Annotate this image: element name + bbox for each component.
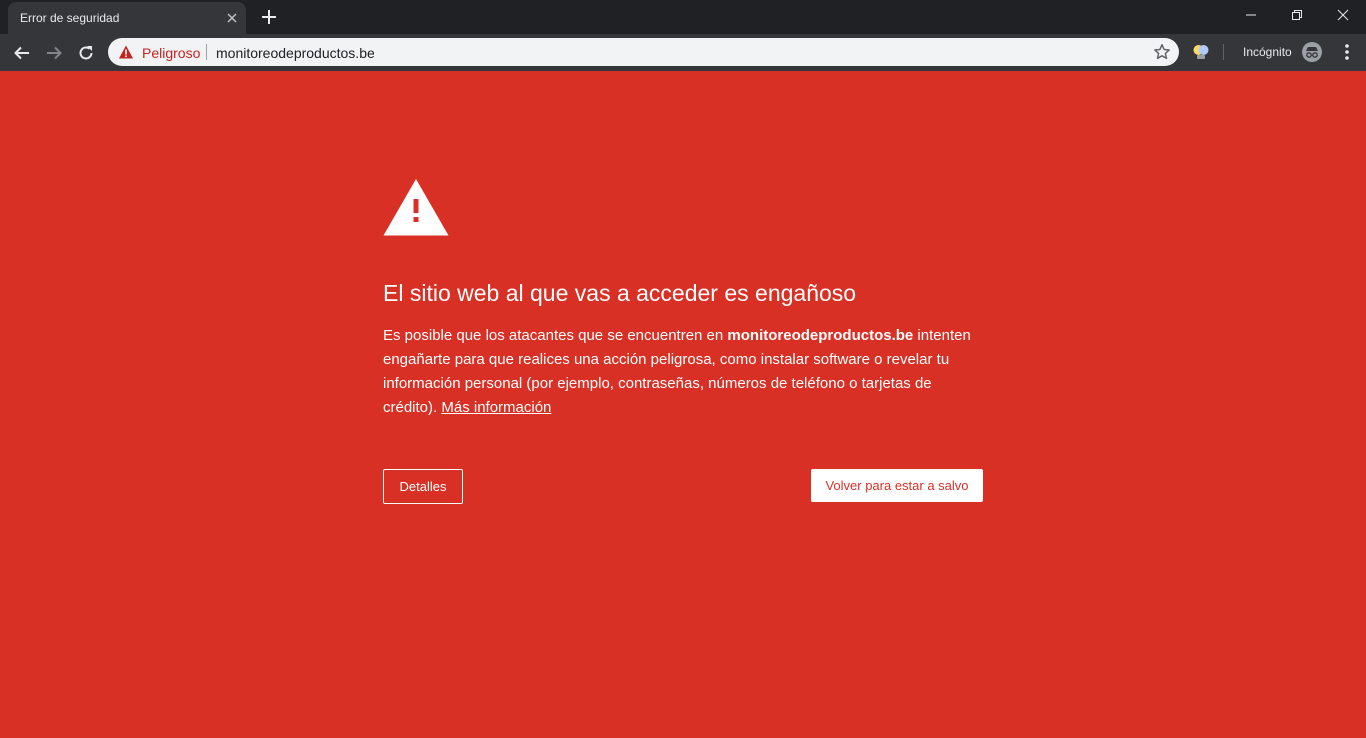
omnibox-divider bbox=[206, 44, 207, 60]
reload-icon[interactable] bbox=[74, 41, 98, 65]
tab-title: Error de seguridad bbox=[20, 11, 120, 25]
description-text: Es posible que los atacantes que se encu… bbox=[383, 327, 728, 344]
more-vert-icon[interactable] bbox=[1337, 42, 1357, 62]
incognito-icon[interactable] bbox=[1301, 41, 1323, 63]
omnibox[interactable]: Peligroso monitoreodeproductos.be bbox=[108, 38, 1179, 66]
plus-icon[interactable] bbox=[260, 8, 278, 26]
tab-strip: Error de seguridad bbox=[0, 0, 1366, 34]
warning-triangle-icon bbox=[383, 178, 449, 236]
lightbulb-icon[interactable] bbox=[1191, 42, 1211, 62]
close-window-icon[interactable] bbox=[1320, 0, 1366, 30]
page-title: El sitio web al que vas a acceder es eng… bbox=[383, 280, 857, 306]
star-icon[interactable] bbox=[1153, 43, 1171, 61]
back-to-safety-button[interactable]: Volver para estar a salvo bbox=[811, 469, 983, 502]
restore-icon[interactable] bbox=[1274, 0, 1320, 30]
arrow-left-icon[interactable] bbox=[10, 41, 34, 65]
close-icon[interactable] bbox=[224, 10, 240, 26]
url-text[interactable]: monitoreodeproductos.be bbox=[216, 45, 375, 61]
toolbar: Peligroso monitoreodeproductos.be bbox=[0, 34, 1366, 71]
minimize-icon[interactable] bbox=[1228, 0, 1274, 30]
learn-more-link[interactable]: Más información bbox=[441, 399, 551, 416]
warning-description: Es posible que los atacantes que se encu… bbox=[383, 324, 983, 420]
security-status-label[interactable]: Peligroso bbox=[142, 45, 200, 61]
warning-triangle-icon[interactable] bbox=[118, 44, 134, 60]
details-button[interactable]: Detalles bbox=[383, 469, 463, 504]
incognito-label[interactable]: Incógnito bbox=[1243, 45, 1292, 59]
arrow-right-icon[interactable] bbox=[42, 41, 66, 65]
toolbar-divider bbox=[1223, 44, 1224, 60]
site-name: monitoreodeproductos.be bbox=[727, 327, 914, 344]
tab-active[interactable]: Error de seguridad bbox=[8, 2, 246, 34]
